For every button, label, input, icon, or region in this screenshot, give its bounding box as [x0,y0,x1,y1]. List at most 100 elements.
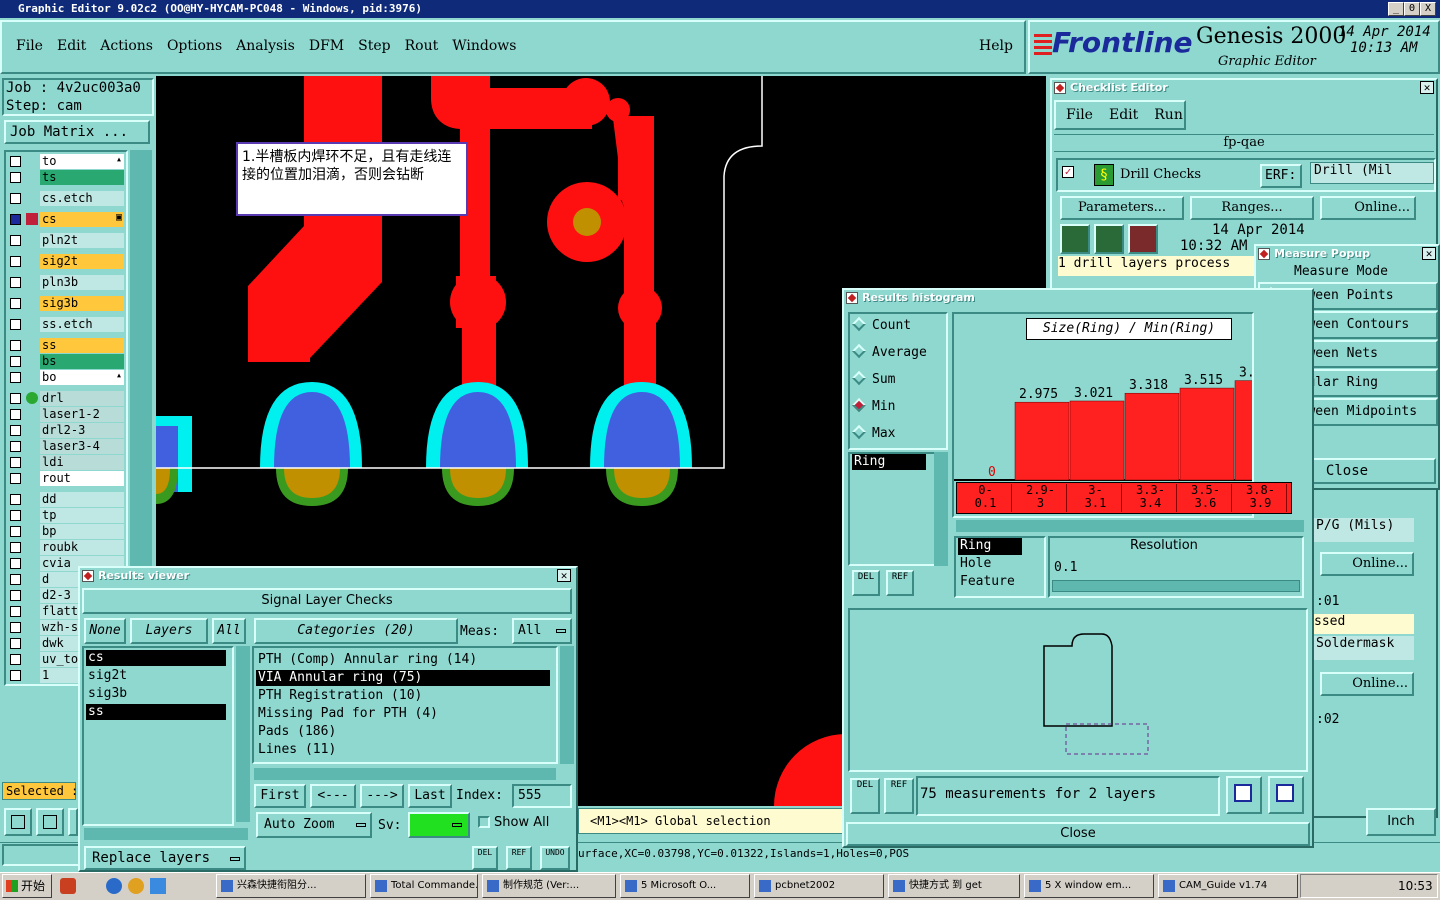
layer-row-drl[interactable]: drl [6,391,124,406]
histogram-bar[interactable] [1014,401,1070,481]
layer-row-ss[interactable]: ss [6,338,124,353]
parameters-button[interactable]: Parameters... [1060,196,1184,220]
layer-checkbox[interactable] [10,558,21,569]
layer-row-dd[interactable]: dd [6,492,124,507]
results-layer-hscroll[interactable] [84,828,248,840]
checklist-menu-run[interactable]: Run [1154,107,1183,123]
layer-checkbox[interactable] [10,298,21,309]
layer-row-roubk[interactable]: roubk [6,540,124,555]
last-button[interactable]: Last [408,784,452,808]
category-item[interactable]: Pads (186) [256,724,550,740]
layer-row-sig2t[interactable]: sig2t [6,254,124,269]
layer-checkbox[interactable] [10,457,21,468]
taskbar-item[interactable]: 5 Microsoft O... [620,874,750,898]
layer-checkbox[interactable] [10,277,21,288]
layer-checkbox[interactable] [10,542,21,553]
taskbar-item[interactable]: 5 X window em... [1024,874,1154,898]
feature-item-feature[interactable]: Feature [958,574,1022,591]
first-button[interactable]: First [254,784,306,808]
layer-checkbox[interactable] [10,670,21,681]
histogram-close-button[interactable]: Close [846,822,1310,846]
layer-checkbox[interactable] [10,441,21,452]
category-scroll[interactable] [560,646,574,764]
layer-checkbox[interactable] [10,654,21,665]
quicklaunch-icon-4[interactable] [150,878,166,894]
checklist-menu-edit[interactable]: Edit [1109,107,1138,123]
taskbar-item[interactable]: Total Commande... [370,874,478,898]
results-layer-sig3b[interactable]: sig3b [86,686,226,702]
hist-del-button-2[interactable]: DEL [850,778,880,814]
online-button-2[interactable]: Online... [1320,552,1414,576]
stat-option-average[interactable]: Average [851,343,927,360]
job-matrix-button[interactable]: Job Matrix ... [4,120,150,144]
inch-button[interactable]: Inch [1366,808,1436,836]
layer-checkbox[interactable] [10,172,21,183]
layer-checkbox[interactable] [10,372,21,383]
layer-row-tp[interactable]: tp [6,508,124,523]
layer-checkbox[interactable] [10,526,21,537]
layer-checkbox[interactable] [10,574,21,585]
menu-file[interactable]: File [16,38,43,54]
resolution-slider[interactable] [1052,580,1300,592]
layer-checkbox[interactable] [10,235,21,246]
stat-option-sum[interactable]: Sum [851,370,895,387]
layer-checkbox[interactable] [10,473,21,484]
run-icon-2[interactable] [1094,224,1124,254]
histogram-bar[interactable] [1124,392,1180,481]
layer-checkbox[interactable] [10,319,21,330]
hist-del-button[interactable]: DEL [852,570,880,596]
layer-checkbox[interactable] [10,409,21,420]
layers-button[interactable]: Layers [130,618,208,644]
export-button-1[interactable] [1226,776,1262,814]
minimize-button[interactable]: _ [1388,2,1404,16]
run-icon-1[interactable] [1060,224,1090,254]
layer-checkbox[interactable] [10,590,21,601]
layer-checkbox[interactable] [10,214,21,225]
all-button[interactable]: All [212,618,246,644]
results-undo-button[interactable]: UNDO [540,846,570,870]
results-ref-button[interactable]: REF [506,846,532,870]
menu-options[interactable]: Options [167,38,222,54]
menu-dfm[interactable]: DFM [309,38,344,54]
menu-rout[interactable]: Rout [405,38,439,54]
layer-checkbox[interactable] [10,340,21,351]
measure-close-icon[interactable]: ✕ [1422,247,1436,260]
taskbar-item[interactable]: 制作规范 (Ver:... [482,874,616,898]
category-item[interactable]: Missing Pad for PTH (4) [256,706,550,722]
menu-analysis[interactable]: Analysis [236,38,295,54]
prev-button[interactable]: <--- [310,784,356,808]
stat-option-max[interactable]: Max [851,424,895,441]
layer-checkbox[interactable] [10,494,21,505]
layer-row-pln3b[interactable]: pln3b [6,275,124,290]
meas-select[interactable]: All [512,618,572,644]
stat-option-count[interactable]: Count [851,316,911,333]
layer-row-to[interactable]: to ▴ [6,154,124,169]
taskbar-item[interactable]: pcbnet2002 [754,874,884,898]
results-layer-sig2t[interactable]: sig2t [86,668,226,684]
layer-row-drl2-3[interactable]: drl2-3 [6,423,124,438]
layer-checkbox[interactable] [10,393,21,404]
taskbar-item[interactable]: 兴森快捷衔阻分... [216,874,366,898]
taskbar-item[interactable]: 快捷方式 到 get [888,874,1020,898]
histogram-bar[interactable] [1234,380,1254,481]
layer-checkbox[interactable] [10,510,21,521]
results-layer-ss[interactable]: ss [86,704,226,720]
category-item[interactable]: Lines (11) [256,742,550,758]
restore-button[interactable]: Θ [1404,2,1420,16]
quicklaunch-icon-1[interactable] [60,878,76,894]
layer-row-ts[interactable]: ts [6,170,124,185]
layer-row-bp[interactable]: bp [6,524,124,539]
results-layer-scroll[interactable] [236,646,250,822]
feature-item-hole[interactable]: Hole [958,556,1022,573]
layer-row-bo[interactable]: bo ▴ [6,370,124,385]
sv-color-select[interactable] [408,812,470,838]
close-button[interactable]: X [1420,2,1436,16]
checklist-check-icon[interactable]: ✓ [1062,166,1074,178]
layer-row-ldi[interactable]: ldi [6,455,124,470]
checklist-menu-file[interactable]: File [1066,107,1093,123]
chart-hscroll[interactable] [956,520,1304,532]
layer-row-laser3-4[interactable]: laser3-4 [6,439,124,454]
help-menu[interactable]: Help [979,38,1013,54]
layer-row-ss.etch[interactable]: ss.etch [6,317,124,332]
menu-windows[interactable]: Windows [452,38,516,54]
